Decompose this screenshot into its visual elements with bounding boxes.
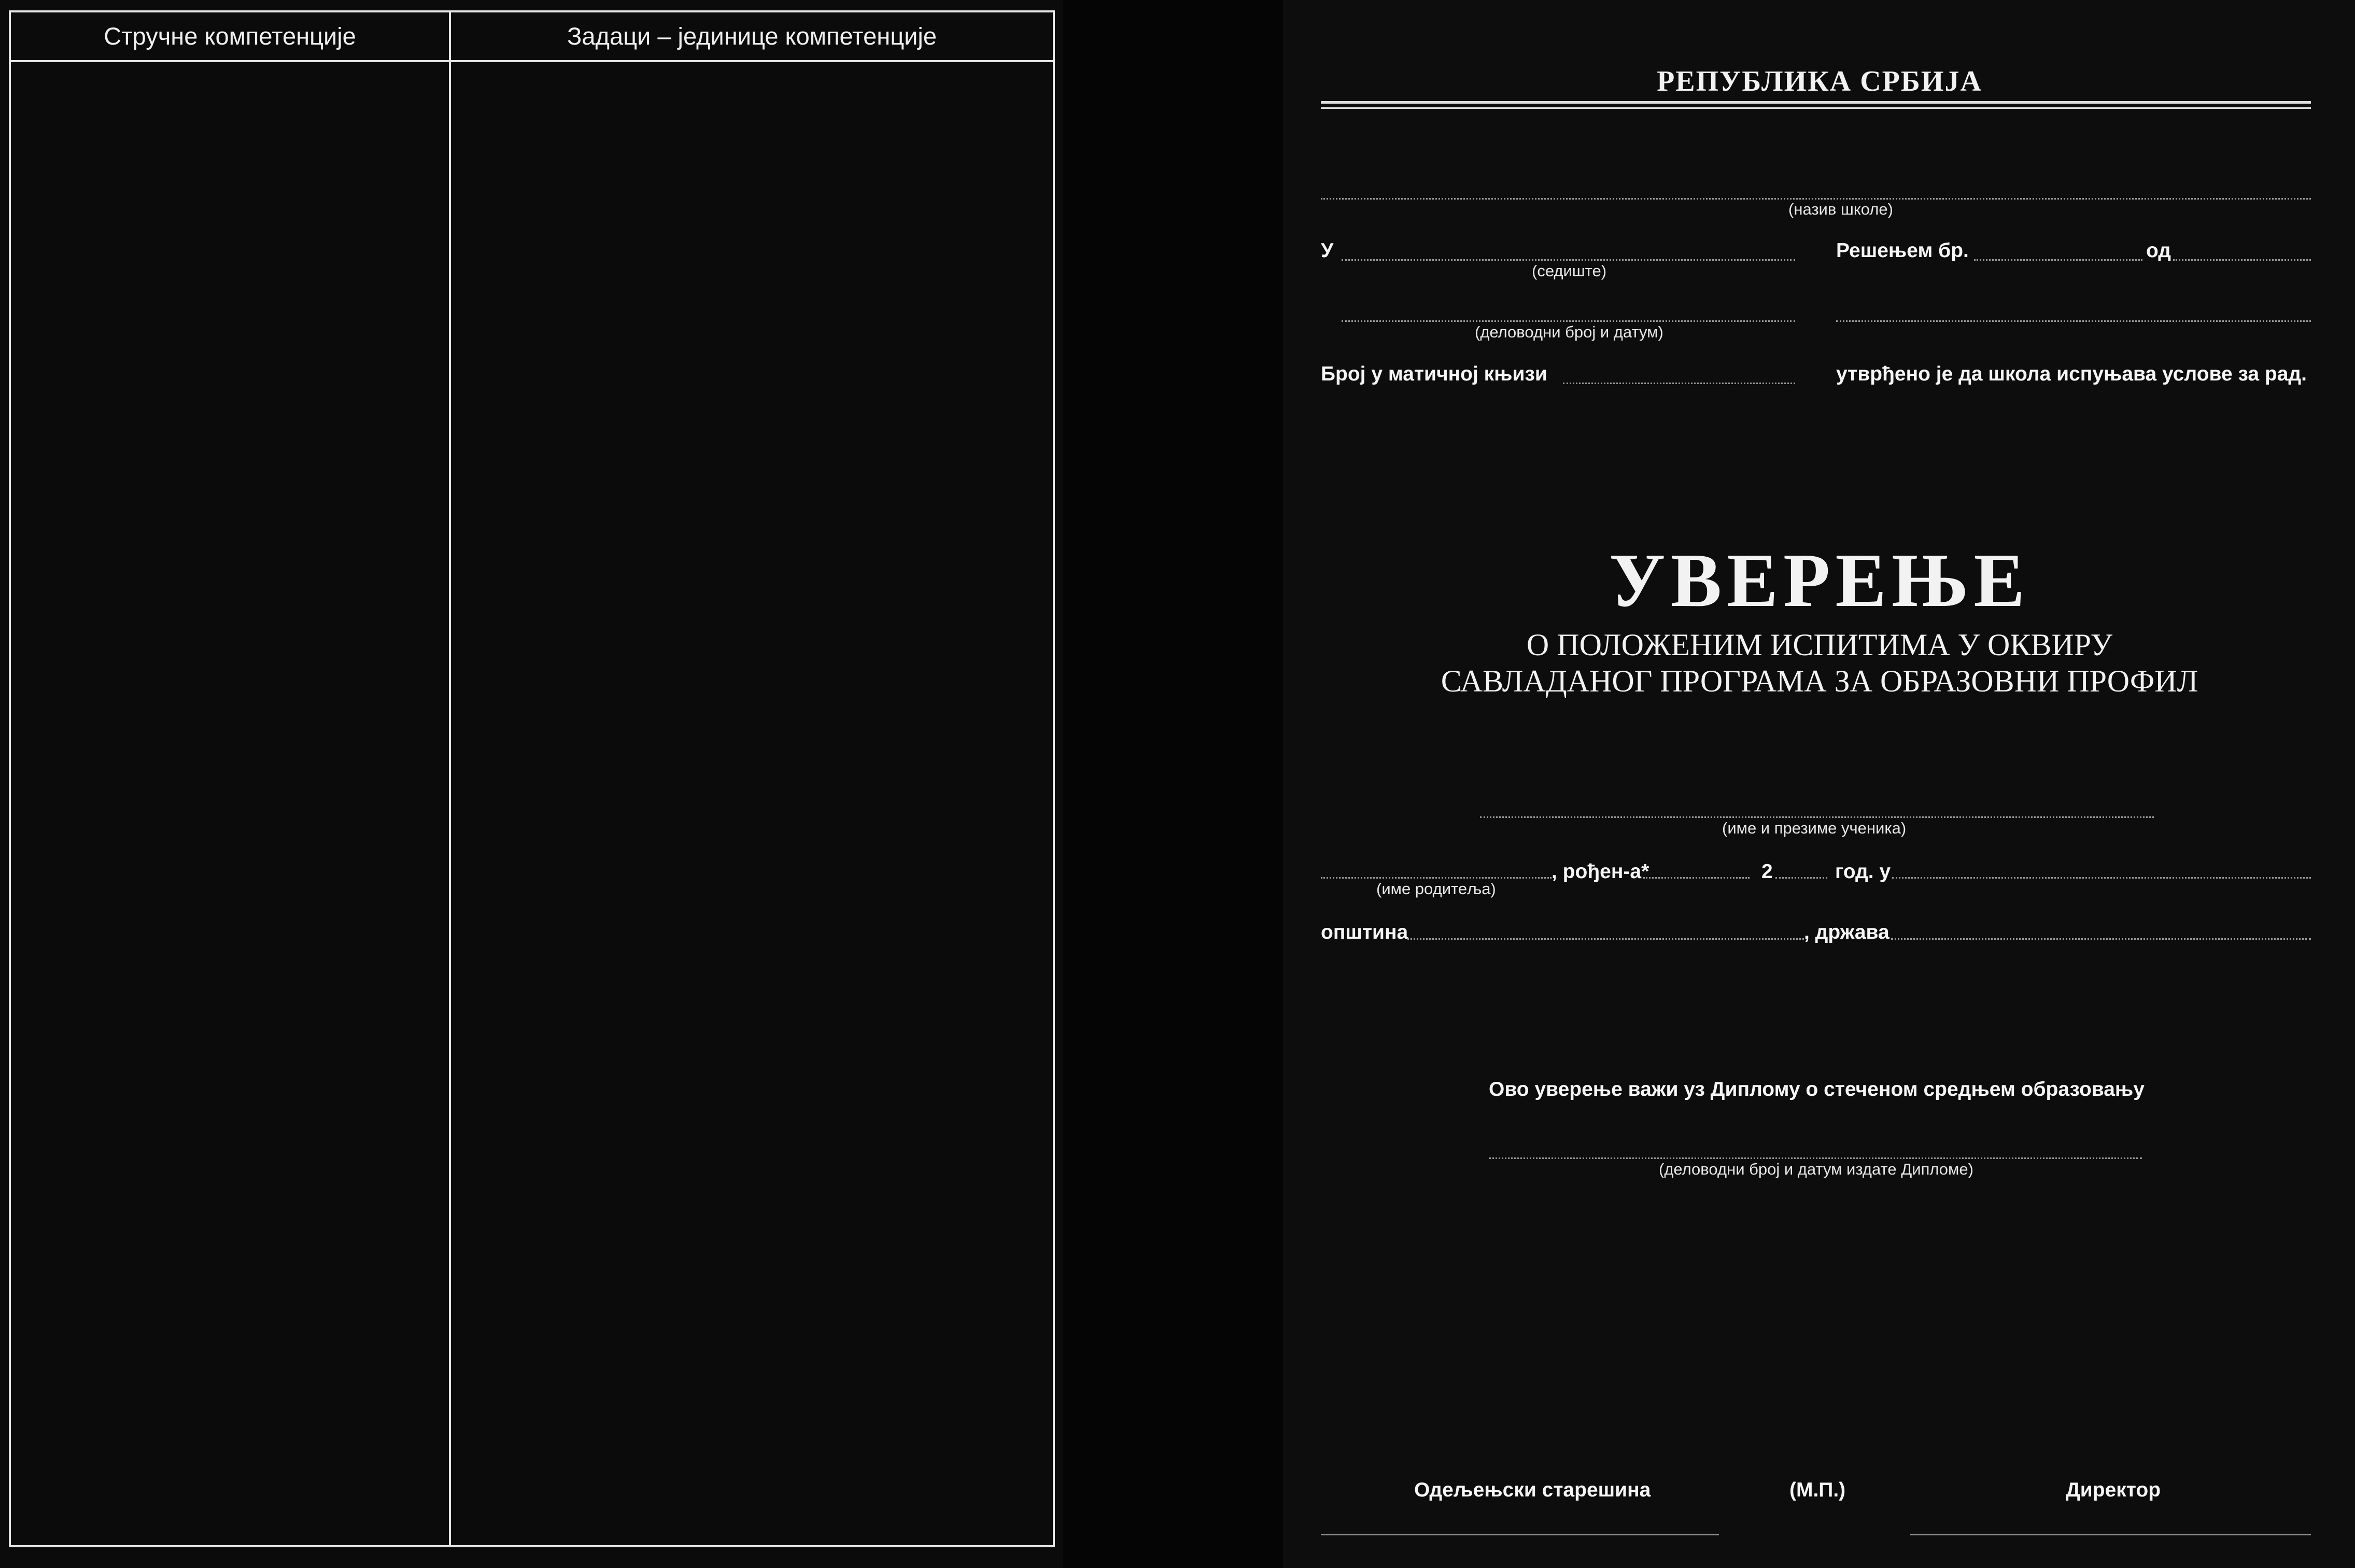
ref-number-field-left[interactable] (1342, 320, 1795, 322)
header-professional-competencies: Стручне компетенције (104, 22, 356, 50)
ref-caption: (деловодни број и датум) (1475, 323, 1663, 341)
born-label: , рођен-а* (1552, 860, 1649, 883)
state-label: , држава (1804, 921, 1889, 943)
subtitle-line-1: О ПОЛОЖЕНИМ ИСПИТИМА У ОКВИРУ (1526, 628, 2113, 662)
state-field[interactable] (1891, 938, 2311, 940)
decision-label: Решењем бр. (1836, 239, 1969, 262)
class-teacher-label: Одељењски старешина (1414, 1479, 1651, 1501)
document-title: УВЕРЕЊЕ (1609, 538, 2030, 623)
column-divider (449, 12, 451, 1545)
republic-heading: РЕПУБЛИКА СРБИЈА (1657, 65, 1982, 97)
school-name-caption: (назив школе) (1788, 200, 1893, 218)
director-signature-line[interactable] (1910, 1534, 2311, 1535)
municipality-label: општина (1321, 921, 1408, 943)
decision-date-field[interactable] (2173, 259, 2311, 261)
birth-place-field[interactable] (1892, 877, 2311, 879)
ref-number-field-right[interactable] (1836, 320, 2311, 322)
right-page (1283, 0, 2355, 1568)
director-label: Директор (2066, 1479, 2161, 1501)
decision-number-field[interactable] (1974, 259, 2142, 261)
year-label: год. у (1835, 860, 1891, 883)
seat-field[interactable] (1342, 259, 1795, 261)
heading-rule-bottom (1321, 107, 2311, 109)
seat-caption: (седиште) (1532, 262, 1607, 280)
class-teacher-signature-line[interactable] (1321, 1534, 1719, 1535)
year-prefix: 2 (1761, 860, 1773, 883)
left-page: Стручне компетенције Задаци – јединице к… (0, 0, 1063, 1568)
municipality-field[interactable] (1407, 938, 1804, 940)
birth-date-field[interactable] (1643, 877, 1750, 879)
heading-rule-top (1321, 101, 2311, 104)
register-number-field[interactable] (1563, 383, 1795, 384)
seal-label: (М.П.) (1789, 1479, 1846, 1501)
diploma-caption: (деловодни број и датум издате Дипломе) (1659, 1160, 1973, 1178)
od-label: од (2146, 239, 2171, 262)
parent-caption: (име родитеља) (1376, 880, 1496, 898)
parent-name-field[interactable] (1321, 877, 1552, 879)
school-name-field[interactable] (1321, 198, 2311, 200)
register-label: Број у матичној књизи (1321, 363, 1547, 385)
subtitle-line-2: САВЛАДАНОГ ПРОГРАМА ЗА ОБРАЗОВНИ ПРОФИЛ (1441, 664, 2198, 698)
u-label: У (1321, 239, 1334, 262)
competencies-table: Стручне компетенције Задаци – јединице к… (9, 10, 1055, 1547)
diploma-ref-field[interactable] (1489, 1157, 2142, 1159)
birth-year-field[interactable] (1775, 877, 1827, 879)
student-caption: (име и презиме ученика) (1722, 819, 1907, 837)
validity-text: Ово уверење важи уз Диплому о стеченом с… (1489, 1078, 2145, 1100)
established-text: утврђено је да школа испуњава услове за … (1836, 363, 2307, 385)
student-name-field[interactable] (1480, 816, 2154, 818)
header-competency-tasks: Задаци – јединице компетенције (567, 22, 937, 50)
